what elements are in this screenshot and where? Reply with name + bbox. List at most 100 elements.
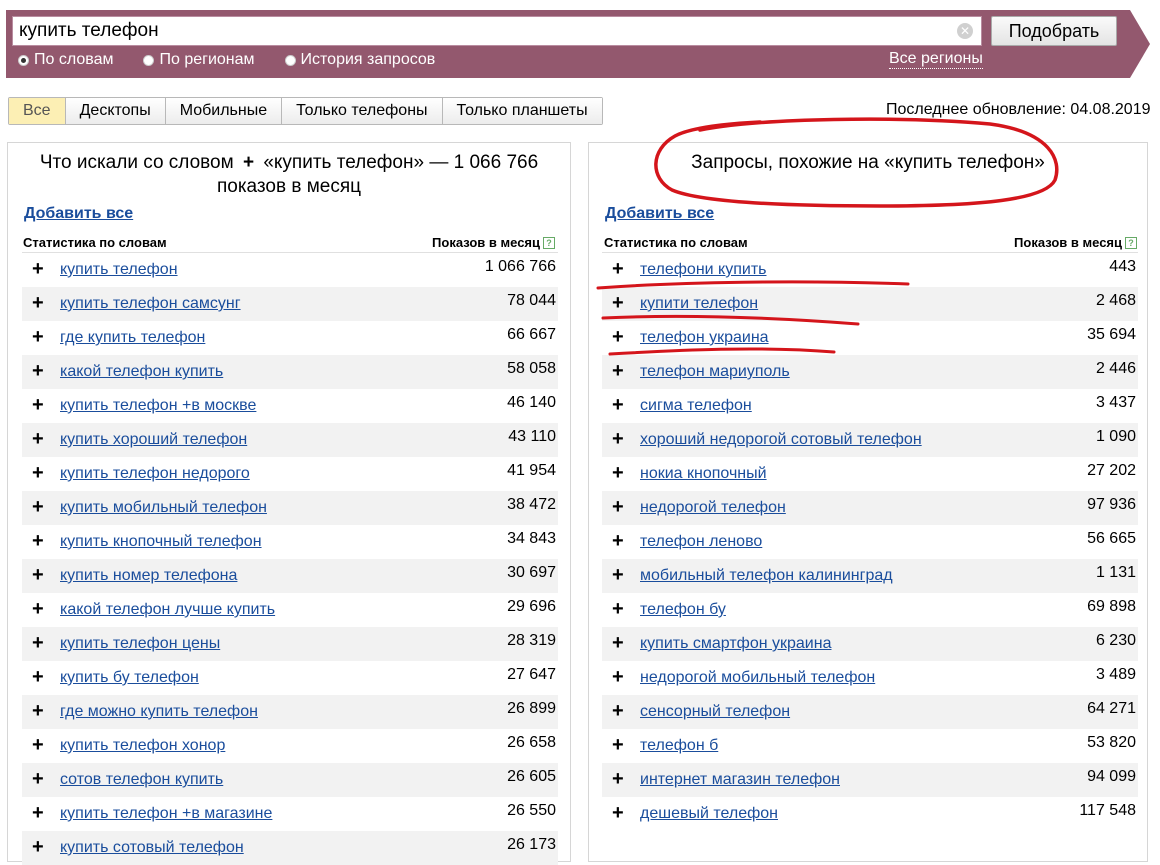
phrase-link[interactable]: купить телефон самсунг (60, 295, 241, 313)
phrase-link[interactable]: купить кнопочный телефон (60, 533, 262, 551)
phrase-link[interactable]: купить телефон хонор (60, 737, 225, 755)
phrase-link[interactable]: купити телефон (640, 295, 758, 313)
add-phrase-plus-icon[interactable]: + (32, 733, 44, 757)
phrase-link[interactable]: купить телефон +в москве (60, 397, 256, 415)
phrase-link[interactable]: нокиа кнопочный (640, 465, 767, 483)
phrase-link[interactable]: какой телефон купить (60, 363, 223, 381)
add-phrase-plus-icon[interactable]: + (32, 325, 44, 349)
add-phrase-plus-icon[interactable]: + (32, 631, 44, 655)
phrase-link[interactable]: купить телефон недорого (60, 465, 250, 483)
add-phrase-plus-icon[interactable]: + (612, 529, 624, 553)
mode-by-regions[interactable]: По регионам (143, 51, 255, 69)
tab-mobile[interactable]: Мобильные (165, 98, 283, 124)
add-phrase-plus-icon[interactable]: + (612, 733, 624, 757)
add-phrase-plus-icon[interactable]: + (612, 359, 624, 383)
help-icon[interactable]: ? (543, 237, 555, 249)
phrase-link[interactable]: телефон леново (640, 533, 762, 551)
tab-phones-only[interactable]: Только телефоны (282, 98, 443, 124)
help-icon[interactable]: ? (1125, 237, 1137, 249)
clear-icon[interactable]: ✕ (957, 23, 973, 39)
add-phrase-plus-icon[interactable]: + (612, 495, 624, 519)
phrase-link[interactable]: сотов телефон купить (60, 771, 223, 789)
all-regions-link[interactable]: Все регионы (889, 50, 983, 69)
add-phrase-plus-icon[interactable]: + (612, 801, 624, 825)
add-phrase-plus-icon[interactable]: + (32, 835, 44, 859)
phrase-link[interactable]: купить хороший телефон (60, 431, 247, 449)
radio-icon[interactable] (284, 54, 296, 66)
add-phrase-plus-icon[interactable]: + (612, 665, 624, 689)
add-phrase-plus-icon[interactable]: + (612, 631, 624, 655)
tab-tablets-only[interactable]: Только планшеты (442, 98, 602, 124)
search-field[interactable]: ✕ (12, 16, 982, 46)
phrase-link[interactable]: купить телефон (60, 261, 178, 279)
phrase-link[interactable]: купить смартфон украина (640, 635, 831, 653)
radio-selected-icon[interactable] (18, 54, 29, 66)
submit-button[interactable]: Подобрать (991, 16, 1117, 46)
table-row: + телефон бу 69 898 (602, 593, 1138, 627)
phrase-link[interactable]: купить телефон +в магазине (60, 805, 272, 823)
add-phrase-plus-icon[interactable]: + (32, 801, 44, 825)
phrase-link[interactable]: хороший недорогой сотовый телефон (640, 431, 922, 449)
add-phrase-plus-icon[interactable]: + (32, 597, 44, 621)
impressions-count: 66 667 (507, 326, 556, 343)
add-phrase-plus-icon[interactable]: + (32, 359, 44, 383)
add-phrase-plus-icon[interactable]: + (32, 563, 44, 587)
add-phrase-plus-icon[interactable]: + (612, 427, 624, 451)
phrase-link[interactable]: где можно купить телефон (60, 703, 258, 721)
add-phrase-plus-icon[interactable]: + (612, 597, 624, 621)
tab-desktops[interactable]: Десктопы (65, 98, 166, 124)
add-phrase-plus-icon[interactable]: + (612, 767, 624, 791)
impressions-count: 34 843 (507, 530, 556, 547)
add-phrase-plus-icon[interactable]: + (32, 427, 44, 451)
phrase-link[interactable]: купить номер телефона (60, 567, 237, 585)
mode-by-words[interactable]: По словам (18, 51, 113, 69)
search-input[interactable] (19, 20, 949, 42)
add-phrase-plus-icon[interactable]: + (612, 563, 624, 587)
phrase-link[interactable]: телефон украина (640, 329, 769, 347)
add-phrase-plus-icon[interactable]: + (32, 529, 44, 553)
mode-history[interactable]: История запросов (284, 51, 435, 69)
add-all-link[interactable]: Добавить все (605, 205, 714, 223)
phrase-link[interactable]: дешевый телефон (640, 805, 778, 823)
add-all-link[interactable]: Добавить все (24, 205, 133, 223)
phrase-link[interactable]: купить телефон цены (60, 635, 220, 653)
add-phrase-plus-icon[interactable]: + (612, 257, 624, 281)
impressions-count: 2 446 (1095, 360, 1136, 377)
phrase-link[interactable]: купить мобильный телефон (60, 499, 267, 517)
add-phrase-plus-icon[interactable]: + (32, 461, 44, 485)
add-phrase-plus-icon[interactable]: + (32, 699, 44, 723)
phrase-link[interactable]: телефон бу (640, 601, 726, 619)
title-prefix: Что искали со словом (39, 152, 234, 173)
impressions-count: 1 066 766 (484, 258, 556, 275)
add-phrase-plus-icon[interactable]: + (32, 393, 44, 417)
phrase-link[interactable]: сигма телефон (640, 397, 752, 415)
phrase-link[interactable]: интернет магазин телефон (640, 771, 840, 789)
add-phrase-plus-icon[interactable]: + (612, 699, 624, 723)
phrase-link[interactable]: телефон мариуполь (640, 363, 790, 381)
phrase-link[interactable]: сенсорный телефон (640, 703, 790, 721)
add-phrase-plus-icon[interactable]: + (612, 291, 624, 315)
radio-icon[interactable] (143, 54, 155, 66)
phrase-link[interactable]: мобильный телефон калининград (640, 567, 893, 585)
add-phrase-plus-icon[interactable]: + (612, 461, 624, 485)
add-phrase-plus-icon[interactable]: + (32, 665, 44, 689)
add-phrase-plus-icon[interactable]: + (32, 291, 44, 315)
phrase-link[interactable]: купить бу телефон (60, 669, 199, 687)
add-phrase-plus-icon[interactable]: + (612, 325, 624, 349)
phrase-link[interactable]: телефон б (640, 737, 718, 755)
table-row: + дешевый телефон 117 548 (602, 797, 1138, 831)
col-header-words: Статистика по словам (604, 235, 748, 250)
phrase-link[interactable]: купить сотовый телефон (60, 839, 244, 857)
tab-all[interactable]: Все (9, 98, 66, 124)
add-phrase-plus-icon[interactable]: + (612, 393, 624, 417)
phrase-link[interactable]: где купить телефон (60, 329, 205, 347)
add-phrase-plus-icon[interactable]: + (32, 257, 44, 281)
add-phrase-plus-icon[interactable]: + (32, 767, 44, 791)
phrase-link[interactable]: какой телефон лучше купить (60, 601, 275, 619)
add-phrase-plus-icon[interactable]: + (32, 495, 44, 519)
table-row: + недорогой телефон 97 936 (602, 491, 1138, 525)
impressions-count: 26 173 (507, 836, 556, 853)
phrase-link[interactable]: недорогой телефон (640, 499, 786, 517)
phrase-link[interactable]: телефони купить (640, 261, 766, 279)
phrase-link[interactable]: недорогой мобильный телефон (640, 669, 875, 687)
